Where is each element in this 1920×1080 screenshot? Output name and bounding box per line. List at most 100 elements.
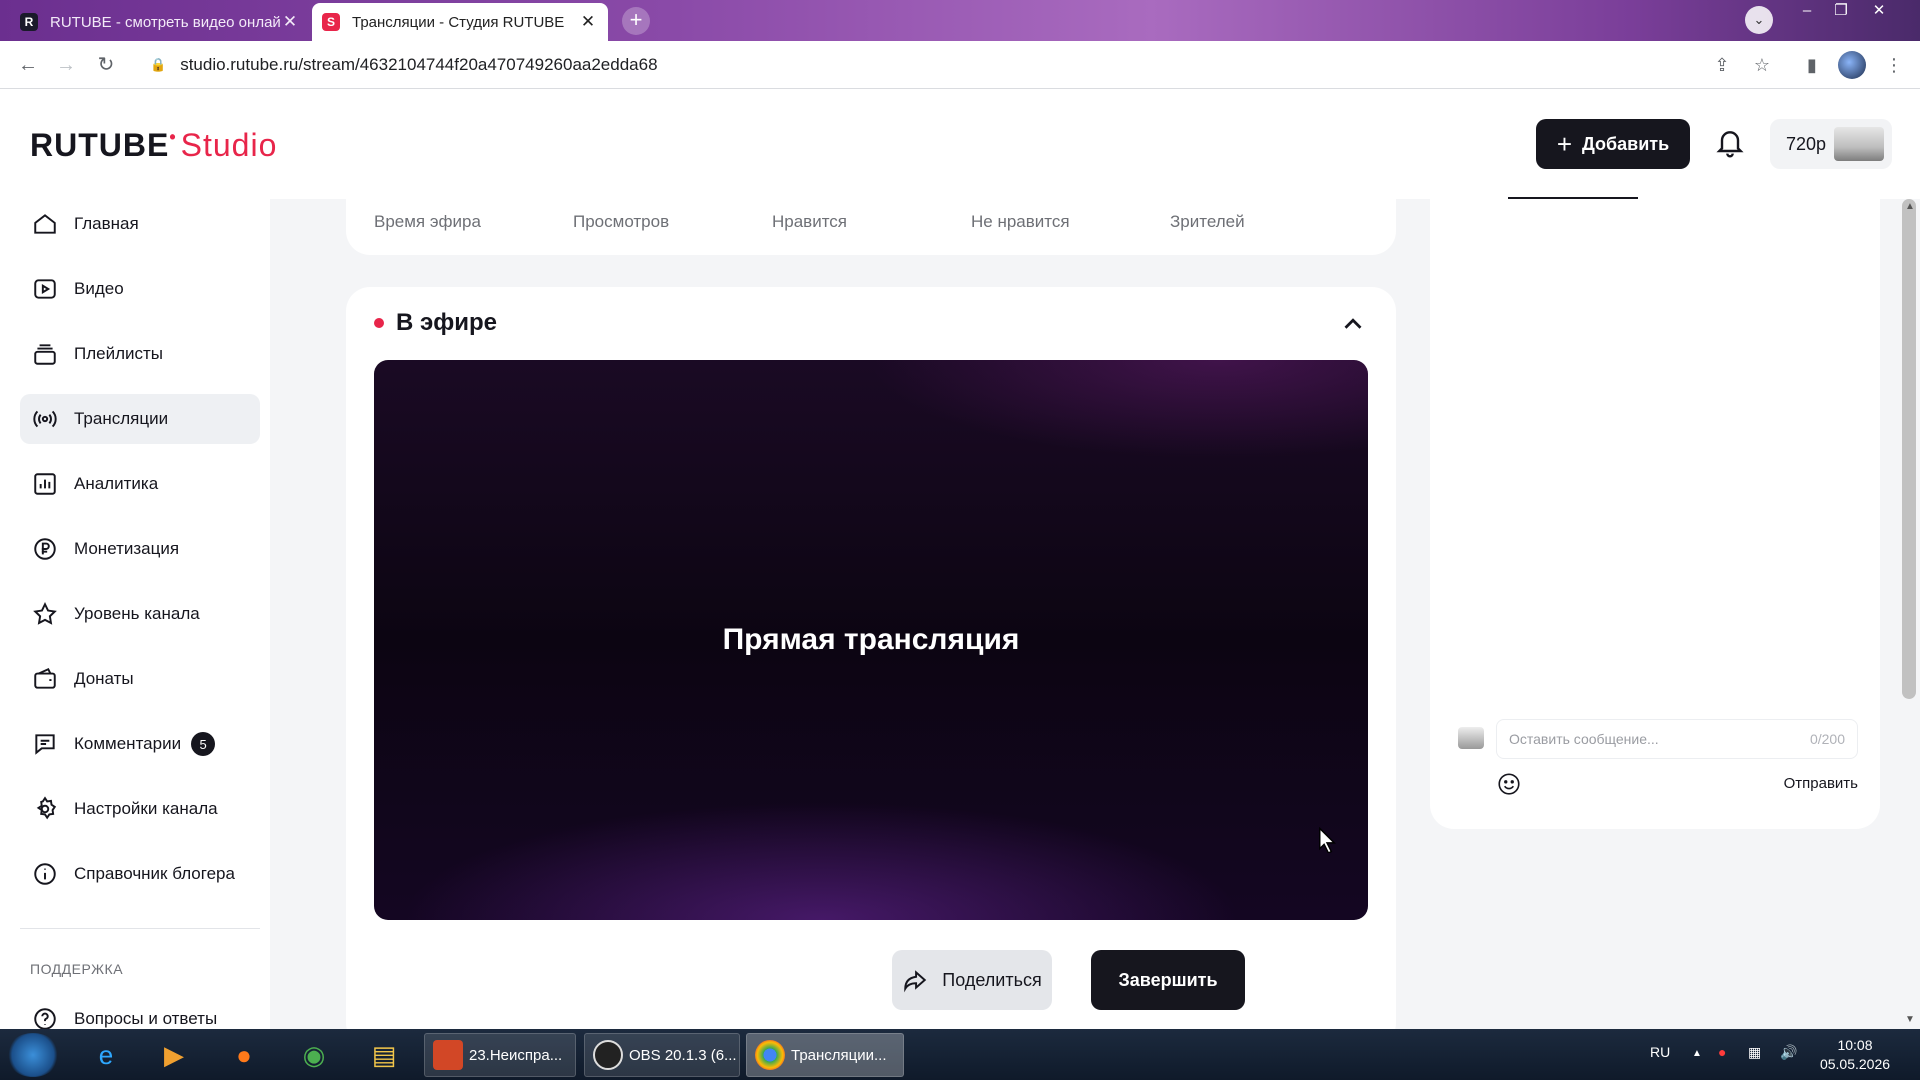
- minimize-icon[interactable]: –: [1790, 0, 1824, 22]
- chrome-task-icon: [755, 1040, 785, 1070]
- logo-dot: •: [169, 127, 177, 147]
- taskbar-chrome-broadcasts[interactable]: Трансляции...: [746, 1033, 904, 1077]
- home-icon: [34, 214, 56, 234]
- sidebar-item-label: Трансляции: [74, 409, 169, 428]
- rutube-favicon-icon: R: [20, 13, 38, 31]
- share-button[interactable]: Поделиться: [892, 950, 1052, 1010]
- tray-app-icon[interactable]: ●: [1718, 1044, 1726, 1060]
- ruble-icon: [34, 538, 56, 560]
- taskbar-powerpoint[interactable]: 23.Неиспра...: [424, 1033, 576, 1077]
- more-menu-icon[interactable]: ⋮: [1880, 51, 1908, 79]
- start-button-windows-icon[interactable]: [6, 1033, 60, 1077]
- sidebar-item-broadcasts[interactable]: Трансляции: [20, 394, 260, 444]
- tab-search-chevron-icon[interactable]: ⌄: [1745, 6, 1773, 34]
- stat-views-label: Просмотров: [573, 212, 670, 231]
- back-arrow-icon[interactable]: ←: [14, 51, 42, 79]
- volume-icon[interactable]: 🔊: [1780, 1044, 1797, 1061]
- share-arrow-icon: [904, 970, 927, 993]
- chat-panel: Оставить сообщение... 0/200 Отправить: [1430, 189, 1880, 829]
- bookmark-star-icon[interactable]: ☆: [1748, 51, 1776, 79]
- chat-column: Оставить сообщение... 0/200 Отправить: [1430, 189, 1900, 1029]
- scroll-down-arrow-icon[interactable]: ▼: [1902, 1014, 1918, 1025]
- task-label: OBS 20.1.3 (6...: [629, 1046, 737, 1064]
- comments-icon: [35, 734, 55, 755]
- live-section-title: В эфире: [374, 309, 497, 337]
- sidebar-item-analytics[interactable]: Аналитика: [20, 459, 260, 509]
- sidebar-item-channel-level[interactable]: Уровень канала: [20, 589, 260, 639]
- info-icon: [34, 863, 56, 885]
- scroll-up-arrow-icon[interactable]: ▲: [1902, 201, 1918, 212]
- new-tab-button[interactable]: +: [622, 7, 650, 35]
- chrome-icon[interactable]: ◉: [286, 1035, 342, 1075]
- media-player-icon[interactable]: ▶: [146, 1035, 202, 1075]
- close-window-icon[interactable]: ✕: [1862, 0, 1896, 22]
- forward-arrow-icon[interactable]: →: [52, 51, 80, 79]
- add-button[interactable]: + Добавить: [1536, 119, 1690, 169]
- close-icon[interactable]: ✕: [578, 12, 598, 32]
- sidebar-item-playlists[interactable]: Плейлисты: [20, 329, 260, 379]
- gear-icon: [36, 796, 57, 820]
- sidebar-item-label: Плейлисты: [74, 344, 164, 363]
- channel-avatar: [1834, 127, 1884, 161]
- powerpoint-icon: [433, 1040, 463, 1070]
- share-page-icon[interactable]: ⇪: [1708, 51, 1736, 79]
- lock-icon: 🔒: [150, 57, 167, 72]
- tab-title: Трансляции - Студия RUTUBE: [352, 13, 565, 31]
- system-clock[interactable]: 10:08 05.05.2026: [1800, 1036, 1910, 1074]
- sidebar-item-label: Вопросы и ответы: [74, 1009, 218, 1028]
- emoji-icon[interactable]: [1496, 771, 1522, 797]
- sidebar-item-channel-settings[interactable]: Настройки канала: [20, 784, 260, 834]
- sidebar-item-comments[interactable]: Комментарии 5: [20, 719, 260, 769]
- restore-icon[interactable]: ❐: [1824, 0, 1858, 22]
- sidebar-item-label: Донаты: [74, 669, 134, 688]
- sidebar-item-donations[interactable]: Донаты: [20, 654, 260, 704]
- finish-button-label: Завершить: [1118, 969, 1218, 990]
- sidebar-item-label: Уровень канала: [74, 604, 200, 623]
- video-player[interactable]: Прямая трансляция: [374, 360, 1368, 920]
- internet-explorer-icon[interactable]: e: [78, 1035, 134, 1075]
- reload-icon[interactable]: ↻: [92, 51, 120, 79]
- stat-viewers-label: Зрителей: [1170, 212, 1245, 231]
- url-text: studio.rutube.ru/stream/4632104744f20a47…: [180, 55, 658, 74]
- sidebar-item-home[interactable]: Главная: [20, 199, 260, 249]
- sidebar-item-video[interactable]: Видео: [20, 264, 260, 314]
- network-icon[interactable]: ▦: [1748, 1044, 1761, 1061]
- live-title-text: В эфире: [396, 309, 498, 336]
- taskbar-obs[interactable]: OBS 20.1.3 (6...: [584, 1033, 740, 1077]
- browser-tab-studio[interactable]: S Трансляции - Студия RUTUBE ✕: [312, 3, 608, 41]
- windows-taskbar: e ▶ ● ◉ ▤ 23.Неиспра... OBS 20.1.3 (6...…: [0, 1029, 1920, 1080]
- task-label: Трансляции...: [791, 1046, 887, 1064]
- plus-icon: +: [1556, 128, 1572, 159]
- side-panel-icon[interactable]: ▮: [1798, 51, 1826, 79]
- sidebar-item-label: Настройки канала: [74, 799, 218, 818]
- tray-expand-icon[interactable]: ▲: [1692, 1048, 1702, 1059]
- sidebar-item-monetization[interactable]: Монетизация: [20, 524, 260, 574]
- browser-tab-rutube[interactable]: R RUTUBE - смотреть видео онлай ✕: [10, 3, 310, 41]
- rutube-studio-logo[interactable]: RUTUBE• Studio: [30, 127, 277, 164]
- channel-menu-button[interactable]: 720p: [1770, 119, 1892, 169]
- language-indicator[interactable]: RU: [1650, 1044, 1670, 1060]
- comments-count-badge: 5: [191, 732, 216, 756]
- tab-title: RUTUBE - смотреть видео онлай: [50, 13, 280, 31]
- add-button-label: Добавить: [1582, 133, 1670, 154]
- firefox-icon[interactable]: ●: [216, 1035, 272, 1075]
- send-message-button[interactable]: Отправить: [1784, 775, 1858, 792]
- url-field[interactable]: 🔒 studio.rutube.ru/stream/4632104744f20a…: [138, 47, 1818, 83]
- star-icon: [33, 602, 57, 625]
- logo-main: RUTUBE: [30, 127, 170, 163]
- page-scrollbar-thumb[interactable]: [1902, 199, 1916, 699]
- file-explorer-icon[interactable]: ▤: [356, 1035, 412, 1075]
- profile-avatar[interactable]: [1838, 51, 1866, 79]
- sidebar-item-blogger-guide[interactable]: Справочник блогера: [20, 849, 260, 899]
- video-icon: [34, 279, 56, 299]
- chat-message-input[interactable]: Оставить сообщение... 0/200: [1496, 719, 1858, 759]
- bell-icon[interactable]: [1714, 125, 1746, 161]
- chevron-up-icon[interactable]: [1338, 309, 1368, 339]
- studio-favicon-icon: S: [322, 13, 340, 31]
- sidebar-item-label: Аналитика: [74, 474, 159, 493]
- finish-stream-button[interactable]: Завершить: [1091, 950, 1245, 1010]
- clock-time: 10:08: [1837, 1037, 1873, 1053]
- close-icon[interactable]: ✕: [280, 12, 300, 32]
- playlists-icon: [34, 344, 56, 365]
- chat-char-counter: 0/200: [1809, 731, 1845, 747]
